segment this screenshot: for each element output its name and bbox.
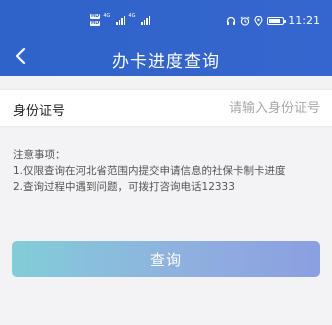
id-number-input[interactable]	[170, 96, 320, 120]
signal-2-label: 4G	[128, 13, 136, 19]
status-time: 11:21	[288, 14, 320, 27]
page-title: 办卡进度查询	[112, 52, 220, 72]
network-indicators: HD HD 4G 4G	[90, 13, 151, 26]
notice-item: 2.查询过程中遇到问题，可拨打咨询电话12333	[13, 181, 235, 193]
query-button[interactable]: 查询	[12, 241, 320, 277]
headset-icon	[227, 16, 236, 25]
id-number-row: 身份证号	[0, 89, 332, 127]
status-bar: HD HD 4G 4G 11:21	[0, 0, 332, 36]
nav-bar: 办卡进度查询	[0, 40, 332, 76]
battery-icon	[267, 16, 287, 25]
hd-badge-bottom: HD	[90, 20, 101, 26]
notice-section: 注意事项： 1.仅限查询在河北省范围内提交申请信息的社保卡制卡进度 2.查询过程…	[13, 147, 325, 195]
notice-item: 1.仅限查询在河北省范围内提交申请信息的社保卡制卡进度	[13, 165, 286, 177]
hd-badges: HD HD	[90, 13, 101, 26]
notice-heading: 注意事项：	[13, 149, 66, 161]
hd-badge-top: HD	[90, 13, 101, 19]
signal-strength-icon	[116, 15, 126, 25]
status-icons: 11:21	[226, 15, 320, 26]
alarm-icon	[240, 16, 250, 26]
location-icon	[254, 15, 263, 26]
id-number-label: 身份证号	[13, 104, 66, 119]
app-header: HD HD 4G 4G 11:21 办卡进度查询	[0, 0, 332, 76]
signal-1-label: 4G	[103, 13, 111, 19]
signal-strength-icon	[141, 15, 151, 25]
